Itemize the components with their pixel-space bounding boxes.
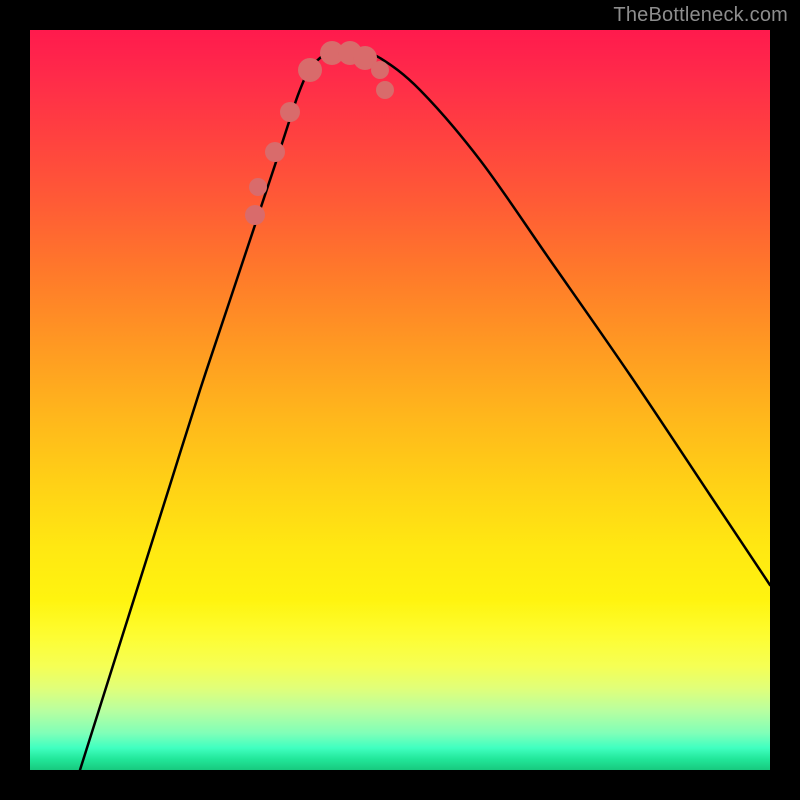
- highlight-dot: [371, 61, 389, 79]
- highlight-dot: [376, 81, 394, 99]
- highlight-dots: [245, 41, 394, 225]
- highlight-dot: [265, 142, 285, 162]
- chart-frame: TheBottleneck.com: [0, 0, 800, 800]
- bottleneck-curve: [80, 49, 770, 770]
- highlight-dot: [249, 178, 267, 196]
- highlight-dot: [245, 205, 265, 225]
- plot-area: [30, 30, 770, 770]
- highlight-dot: [280, 102, 300, 122]
- highlight-dot: [298, 58, 322, 82]
- watermark-text: TheBottleneck.com: [613, 4, 788, 27]
- curve-layer: [30, 30, 770, 770]
